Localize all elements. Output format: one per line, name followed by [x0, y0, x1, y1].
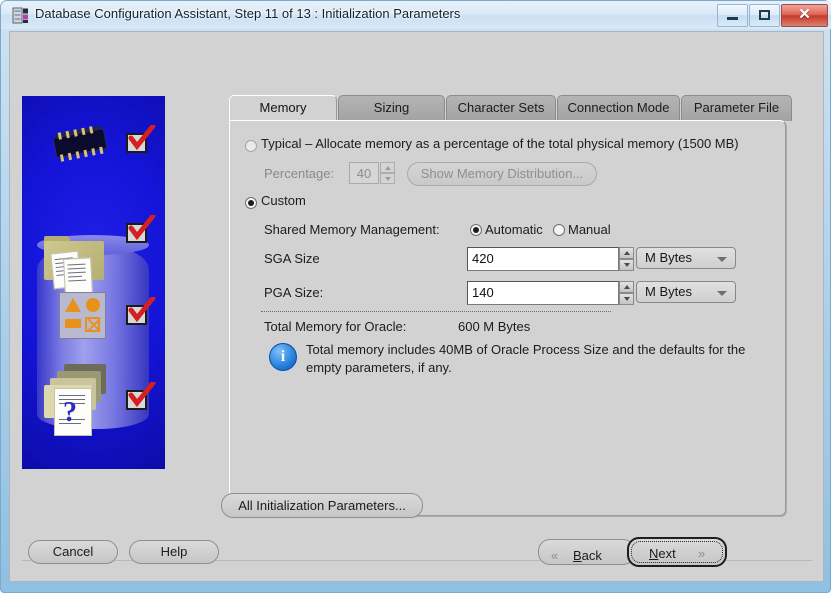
next-button-focus-ring: Next » — [631, 541, 723, 563]
tab-sizing[interactable]: Sizing — [338, 95, 445, 121]
minimize-icon — [727, 17, 738, 20]
tab-character-sets-label: Character Sets — [457, 100, 545, 115]
tab-sizing-label: Sizing — [373, 100, 410, 115]
next-label: Next — [649, 546, 676, 561]
help-button[interactable]: Help — [129, 540, 219, 564]
step-check-1 — [126, 123, 156, 155]
sga-size-label: SGA Size — [264, 251, 320, 266]
tab-parameter-file-label: Parameter File — [693, 100, 780, 115]
chevron-down-icon — [717, 291, 727, 296]
step-check-4 — [126, 380, 156, 412]
shared-memory-management-label: Shared Memory Management: — [264, 222, 440, 237]
client-area: ? Memory Sizing Character Sets Connectio… — [9, 31, 824, 582]
step-check-3 — [126, 295, 156, 327]
total-memory-value: 600 M Bytes — [458, 319, 531, 334]
close-button[interactable]: ✕ — [781, 4, 828, 27]
back-chevron-icon: « — [551, 548, 559, 563]
minimize-button[interactable] — [717, 4, 748, 27]
percentage-spinner[interactable] — [380, 162, 395, 184]
back-label-rest: ack — [581, 548, 602, 563]
memory-tab-panel: Typical – Allocate memory as a percentag… — [229, 120, 786, 516]
section-divider — [261, 311, 611, 312]
maximize-button[interactable] — [749, 4, 780, 27]
custom-radio[interactable] — [245, 197, 257, 209]
cancel-button[interactable]: Cancel — [28, 540, 118, 564]
custom-label: Custom — [261, 193, 306, 208]
all-initialization-parameters-button[interactable]: All Initialization Parameters... — [221, 493, 423, 518]
manual-label: Manual — [568, 222, 611, 237]
tab-character-sets[interactable]: Character Sets — [446, 95, 556, 121]
tab-connection-mode[interactable]: Connection Mode — [557, 95, 680, 121]
pga-size-spinner[interactable] — [619, 281, 634, 305]
next-button[interactable]: Next » — [627, 537, 727, 567]
pga-size-unit-value: M Bytes — [645, 284, 692, 299]
info-icon-glyph: i — [280, 348, 286, 365]
chevron-down-icon — [717, 257, 727, 262]
title-bar: Database Configuration Assistant, Step 1… — [1, 1, 831, 29]
tab-memory[interactable]: Memory — [229, 95, 337, 121]
typical-radio[interactable] — [245, 140, 257, 152]
close-icon: ✕ — [798, 6, 811, 23]
folders-question-icon: ? — [42, 364, 110, 436]
next-chevron-icon: » — [698, 546, 706, 561]
automatic-radio[interactable] — [470, 224, 482, 236]
sga-size-input[interactable]: 420 — [467, 247, 619, 271]
pga-size-label: PGA Size: — [264, 285, 324, 300]
percentage-label: Percentage: — [264, 166, 335, 181]
manual-radio[interactable] — [553, 224, 565, 236]
step-check-2 — [126, 213, 156, 245]
tab-connection-mode-label: Connection Mode — [567, 100, 670, 115]
percentage-input[interactable]: 40 — [349, 162, 379, 184]
wizard-sidebar-graphic: ? — [22, 96, 165, 469]
window-title: Database Configuration Assistant, Step 1… — [35, 6, 461, 21]
back-button[interactable]: « Back — [538, 539, 635, 565]
folder-documents-icon — [44, 236, 104, 295]
shapes-icon — [59, 292, 106, 339]
pga-size-input[interactable]: 140 — [467, 281, 619, 305]
application-window: Database Configuration Assistant, Step 1… — [0, 0, 831, 593]
pga-size-unit-select[interactable]: M Bytes — [636, 281, 736, 303]
chip-icon — [46, 122, 113, 163]
tab-memory-label: Memory — [259, 100, 307, 115]
typical-label: Typical – Allocate memory as a percentag… — [261, 136, 739, 151]
automatic-label: Automatic — [485, 222, 543, 237]
application-icon — [12, 7, 29, 24]
info-text: Total memory includes 40MB of Oracle Pro… — [306, 342, 746, 375]
info-icon: i — [269, 343, 297, 371]
show-memory-distribution-button[interactable]: Show Memory Distribution... — [407, 162, 597, 186]
sga-size-unit-value: M Bytes — [645, 250, 692, 265]
tab-parameter-file[interactable]: Parameter File — [681, 95, 792, 121]
maximize-icon — [759, 10, 770, 20]
back-label: Back — [573, 548, 602, 563]
total-memory-label: Total Memory for Oracle: — [264, 319, 407, 334]
next-label-rest: ext — [658, 546, 676, 561]
sga-size-spinner[interactable] — [619, 247, 634, 271]
sga-size-unit-select[interactable]: M Bytes — [636, 247, 736, 269]
window-controls: ✕ — [716, 4, 828, 27]
